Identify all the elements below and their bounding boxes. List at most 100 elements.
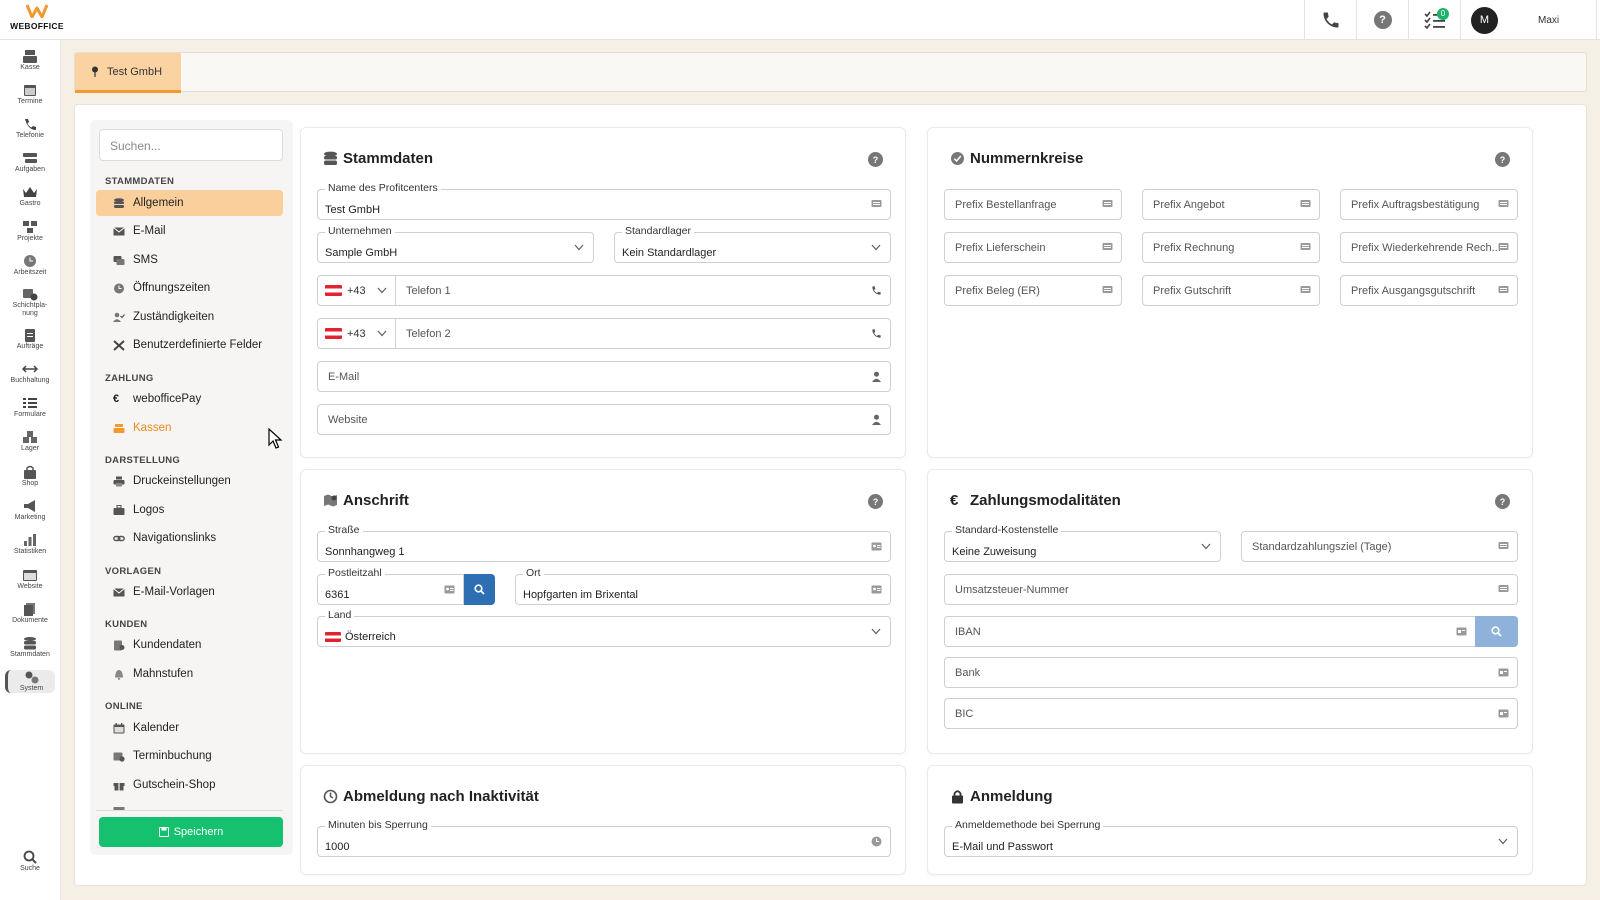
country-code-select[interactable]: +43 (318, 319, 396, 348)
rail-item-website[interactable]: Website (5, 568, 55, 591)
nav-item-label: Logos (133, 504, 165, 516)
field-label: Ort (523, 567, 544, 580)
postleitzahl-field[interactable]: Postleitzahl 6361 (317, 567, 464, 605)
bic-field[interactable]: BIC (944, 698, 1518, 729)
prefix-field[interactable]: Prefix Angebot (1142, 189, 1320, 220)
nav-item-kassen[interactable]: Kassen (96, 415, 283, 441)
comment-icon (1498, 200, 1509, 207)
land-select[interactable]: Land Österreich (317, 609, 891, 647)
ust-field[interactable]: Umsatzsteuer-Nummer (944, 574, 1518, 605)
iban-field[interactable]: IBAN (944, 616, 1476, 647)
rail-item-schichtplanung[interactable]: Schichtpla- nung (5, 287, 55, 318)
rail-item-lager[interactable]: Lager (5, 430, 55, 453)
rail-item-formulare[interactable]: Formulare (5, 396, 55, 419)
nav-item-email[interactable]: E-Mail (96, 218, 283, 244)
help-button[interactable]: ? (1356, 0, 1408, 40)
kostenstelle-select[interactable]: Standard-Kostenstelle Keine Zuweisung (944, 524, 1221, 562)
rail-item-shop[interactable]: Shop (5, 465, 55, 488)
field-label: Minuten bis Sperrung (325, 819, 431, 832)
prefix-field[interactable]: Prefix Wiederkehrende Rech... (1340, 232, 1518, 263)
rail-item-kasse[interactable]: Kasse (5, 49, 55, 72)
nav-item-label: Benutzerdefinierte Felder (133, 339, 263, 351)
ort-field[interactable]: Ort Hopfgarten im Brixental (515, 567, 891, 605)
field-placeholder: Prefix Auftragsbestätigung (1351, 199, 1480, 211)
phone-icon (25, 119, 36, 130)
gears-icon (25, 671, 38, 684)
nav-item-druck[interactable]: Druckeinstellungen (96, 468, 283, 494)
profitcenter-field[interactable]: Name des Profitcenters Test GmbH (317, 182, 891, 220)
user-name[interactable]: Maxi (1538, 15, 1559, 26)
nav-item-kundendaten[interactable]: Kundendaten (96, 632, 283, 658)
nav-search-input[interactable]: Suchen... (99, 129, 283, 161)
country-code-select[interactable]: +43 (318, 276, 396, 305)
nav-item-sms[interactable]: SMS (96, 247, 283, 273)
bank-field[interactable]: Bank (944, 657, 1518, 688)
lock-icon (952, 790, 963, 804)
anmeldemethode-select[interactable]: Anmeldemethode bei Sperrung E-Mail und P… (944, 819, 1518, 857)
rail-item-suche[interactable]: Suche (5, 850, 55, 873)
phone-button[interactable] (1304, 0, 1356, 40)
weboffice-logo[interactable]: WEBOFFICE (6, 4, 68, 31)
arrows-icon (22, 365, 38, 373)
help-icon[interactable]: ? (1495, 152, 1510, 167)
field-value: Kein Standardlager (622, 247, 717, 259)
nav-item-oeffnungszeiten[interactable]: Öffnungszeiten (96, 275, 283, 301)
nav-item-benutzerfelder[interactable]: Benutzerdefinierte Felder (96, 332, 283, 358)
nav-item-label: Kalender (133, 722, 180, 734)
bell-icon (115, 669, 123, 680)
map-pin-icon (92, 66, 98, 77)
nav-item-mahnstufen[interactable]: Mahnstufen (96, 661, 283, 687)
rail-item-projekte[interactable]: Projekte (5, 220, 55, 243)
prefix-field[interactable]: Prefix Ausgangsgutschrift (1340, 275, 1518, 306)
nav-item-gutschein-shop[interactable]: Gutschein-Shop (96, 772, 283, 798)
user-menu[interactable]: M (1460, 0, 1508, 40)
prefix-field[interactable]: Prefix Auftragsbestätigung (1340, 189, 1518, 220)
strasse-field[interactable]: Straße Sonnhangweg 1 (317, 524, 891, 562)
rail-item-buchhaltung[interactable]: Buchhaltung (5, 362, 55, 385)
rail-item-arbeitszeit[interactable]: Arbeitszeit (5, 254, 55, 277)
rail-item-marketing[interactable]: Marketing (5, 499, 55, 522)
help-icon[interactable]: ? (1495, 494, 1510, 509)
tasks-button[interactable]: 0 (1408, 0, 1460, 40)
iban-search-button[interactable] (1475, 616, 1518, 647)
rail-item-termine[interactable]: Termine (5, 83, 55, 106)
rail-item-system[interactable]: System (5, 670, 55, 693)
nav-section-darstellung: DARSTELLUNG (105, 455, 181, 466)
nav-item-logos[interactable]: Logos (96, 497, 283, 523)
nav-item-terminbuchung[interactable]: Terminbuchung (96, 743, 283, 769)
rail-item-gastro[interactable]: Gastro (5, 185, 55, 208)
standardlager-select[interactable]: Standardlager Kein Standardlager (614, 225, 891, 263)
tab-test-gmbh[interactable]: Test GmbH (75, 53, 181, 93)
website-field[interactable]: Website (317, 404, 891, 435)
nav-item-weboffice-pay[interactable]: € webofficePay (96, 386, 283, 412)
prefix-field[interactable]: Prefix Bestellanfrage (944, 189, 1122, 220)
help-icon[interactable]: ? (868, 494, 883, 509)
prefix-field[interactable]: Prefix Gutschrift (1142, 275, 1320, 306)
minuten-field[interactable]: Minuten bis Sperrung 1000 (317, 819, 891, 857)
zahlungsziel-field[interactable]: Standardzahlungsziel (Tage) (1241, 531, 1518, 562)
phone2-field[interactable]: +43 Telefon 2 (317, 318, 891, 349)
nav-item-zustaendigkeiten[interactable]: Zuständigkeiten (96, 304, 283, 330)
rail-item-telefonie[interactable]: Telefonie (5, 117, 55, 140)
rail-item-aufgaben[interactable]: Aufgaben (5, 151, 55, 174)
database-icon (24, 637, 36, 650)
rail-item-statistiken[interactable]: Statistiken (5, 533, 55, 556)
help-icon[interactable]: ? (868, 152, 883, 167)
prefix-field[interactable]: Prefix Beleg (ER) (944, 275, 1122, 306)
prefix-field[interactable]: Prefix Rechnung (1142, 232, 1320, 263)
plz-search-button[interactable] (464, 574, 495, 605)
prefix-field[interactable]: Prefix Lieferschein (944, 232, 1122, 263)
rail-item-stammdaten[interactable]: Stammdaten (5, 636, 55, 659)
save-button[interactable]: Speichern (99, 817, 283, 847)
phone1-field[interactable]: +43 Telefon 1 (317, 275, 891, 306)
nav-item-kalender[interactable]: Kalender (96, 715, 283, 741)
nav-item-allgemein[interactable]: Allgemein (96, 190, 283, 216)
rail-item-dokumente[interactable]: Dokumente (5, 602, 55, 625)
nav-item-navlinks[interactable]: Navigationslinks (96, 525, 283, 551)
rail-item-aufträge[interactable]: Aufträge (5, 328, 55, 351)
euro-icon: € (113, 392, 120, 405)
unternehmen-select[interactable]: Unternehmen Sample GmbH (317, 225, 594, 263)
email-field[interactable]: E-Mail (317, 361, 891, 392)
nav-item-email-vorlagen[interactable]: E-Mail-Vorlagen (96, 579, 283, 605)
field-placeholder: Prefix Gutschrift (1153, 285, 1232, 297)
